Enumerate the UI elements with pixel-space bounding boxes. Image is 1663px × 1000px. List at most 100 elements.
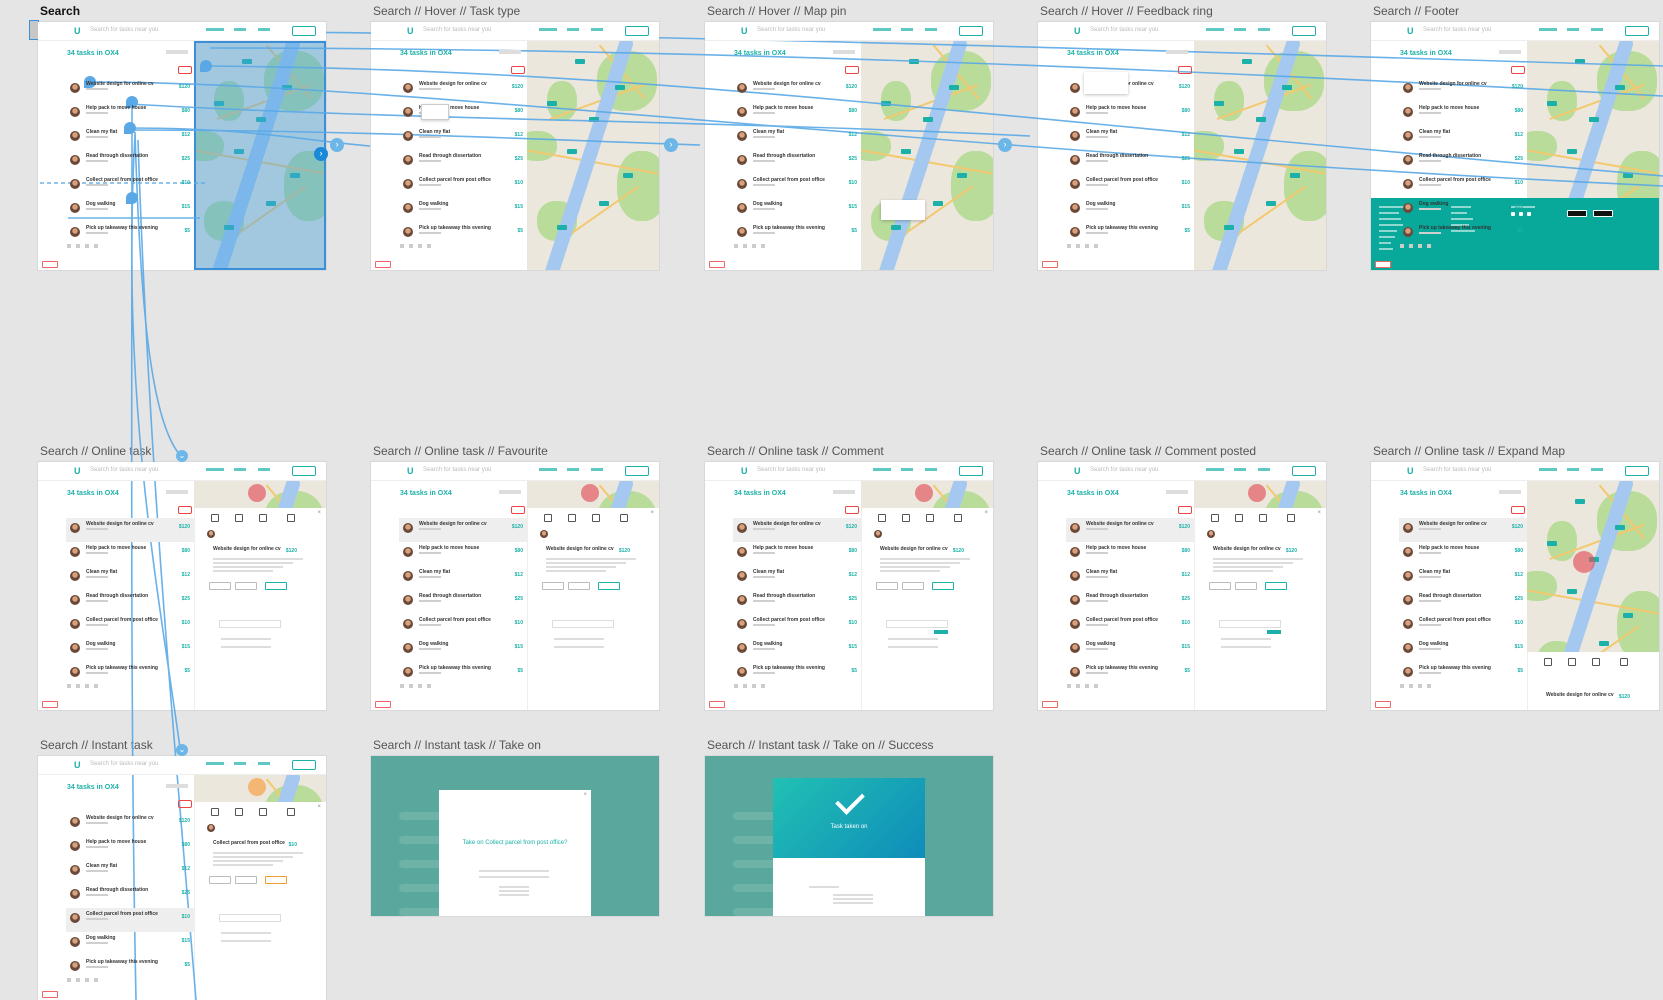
pagination[interactable] [734,684,784,688]
map-view[interactable] [194,481,326,508]
search-input[interactable]: Search for tasks near you [1423,27,1491,33]
logo-icon[interactable]: U [407,466,414,476]
comment-input[interactable] [552,620,614,628]
map-pin[interactable] [1623,613,1633,618]
task-row[interactable]: Help pack to move house $80 [1066,102,1194,126]
footer-link[interactable] [1379,212,1399,214]
map-view[interactable] [1194,481,1326,508]
action-button[interactable] [1235,582,1257,590]
map-pin[interactable] [923,117,933,122]
map-pin[interactable] [567,149,577,154]
map-pin[interactable] [1290,173,1300,178]
pagination[interactable] [1067,244,1117,248]
action-button[interactable] [209,582,231,590]
task-row[interactable]: Pick up takeaway this evening $5 [1066,662,1194,686]
map-pin[interactable] [1623,173,1633,178]
artboard-frame[interactable]: U Search for tasks near you 34 tasks in OX… [38,462,326,710]
search-input[interactable]: Search for tasks near you [90,27,158,33]
task-row[interactable]: Read through dissertation $25 [1066,150,1194,174]
task-row[interactable]: Clean my flat $12 [399,566,527,590]
sort-control[interactable] [833,490,855,494]
task-row[interactable]: Read through dissertation $25 [399,150,527,174]
logo-icon[interactable]: U [1407,466,1414,476]
post-task-button[interactable] [292,760,316,770]
menu-button[interactable] [375,701,391,708]
task-row[interactable]: Website design for online cv $120 [399,518,527,542]
artboard-frame[interactable]: U Search for tasks near you 34 tasks in OX… [1038,462,1326,710]
task-row[interactable]: Collect parcel from post office $10 [733,614,861,638]
post-task-button[interactable] [1625,26,1649,36]
task-row[interactable]: Pick up takeaway this evening $5 [1066,222,1194,246]
flow-arrow-icon[interactable]: › [998,138,1012,152]
menu-button[interactable] [1375,261,1391,268]
flow-arrow-icon[interactable]: ⌄ [176,450,188,462]
task-row[interactable]: Website design for online cv $120 [1066,518,1194,542]
map-view[interactable] [527,481,659,508]
map-pin[interactable] [1575,499,1585,504]
flow-hotspot-handle[interactable] [200,60,212,72]
task-row[interactable]: Clean my flat $12 [733,566,861,590]
task-row[interactable]: Dog walking $15 [399,198,527,222]
task-row[interactable]: Pick up takeaway this evening $5 [399,662,527,686]
task-row[interactable]: Collect parcel from post office $10 [66,908,194,932]
app-store-badge[interactable] [1567,210,1587,217]
artboard-frame[interactable]: Task taken on [705,756,993,916]
feedback-ring[interactable] [1573,551,1595,573]
task-row[interactable]: Pick up takeaway this evening $5 [66,956,194,980]
map-pin[interactable] [575,59,585,64]
feedback-ring[interactable] [581,484,599,502]
task-row[interactable]: Dog walking $15 [733,198,861,222]
map-pin[interactable] [1547,541,1557,546]
search-input[interactable]: Search for tasks near you [423,467,491,473]
flow-arrow-icon[interactable]: › [314,147,328,161]
menu-button[interactable] [42,701,58,708]
post-task-button[interactable] [959,26,983,36]
post-task-button[interactable] [1292,26,1316,36]
task-row[interactable]: Collect parcel from post office $10 [399,174,527,198]
sort-control[interactable] [1166,50,1188,54]
menu-button[interactable] [1375,701,1391,708]
pagination[interactable] [67,684,117,688]
post-task-button[interactable] [1292,466,1316,476]
map-pin[interactable] [589,117,599,122]
map-pin[interactable] [1224,225,1234,230]
post-task-button[interactable] [292,26,316,36]
task-row[interactable]: Collect parcel from post office $10 [399,614,527,638]
action-button[interactable] [902,582,924,590]
artboard-frame[interactable]: U Search for tasks near you 34 tasks in OX… [371,22,659,270]
filter-button[interactable] [1511,506,1525,514]
task-row[interactable]: Clean my flat $12 [1399,566,1527,590]
task-row[interactable]: Dog walking $15 [66,638,194,662]
close-icon[interactable]: × [984,510,988,516]
task-row[interactable]: Dog walking $15 [1399,198,1527,222]
task-row[interactable]: Dog walking $15 [733,638,861,662]
nav-links[interactable] [1206,28,1286,31]
post-task-button[interactable] [625,26,649,36]
task-row[interactable]: Collect parcel from post office $10 [66,614,194,638]
map-pin[interactable] [891,225,901,230]
map-pin[interactable] [1589,117,1599,122]
menu-button[interactable] [1042,261,1058,268]
logo-icon[interactable]: U [741,466,748,476]
pagination[interactable] [734,244,784,248]
menu-button[interactable] [709,261,725,268]
map-view[interactable] [527,41,659,270]
sort-control[interactable] [499,50,521,54]
footer-link[interactable] [1379,218,1401,220]
task-row[interactable]: Help pack to move house $80 [1399,102,1527,126]
logo-icon[interactable]: U [407,26,414,36]
map-pin[interactable] [957,173,967,178]
search-input[interactable]: Search for tasks near you [1423,467,1491,473]
menu-button[interactable] [375,261,391,268]
task-row[interactable]: Help pack to move house $80 [733,102,861,126]
search-input[interactable]: Search for tasks near you [757,467,825,473]
map-pin[interactable] [214,101,224,106]
map-pin[interactable] [1567,149,1577,154]
nav-links[interactable] [1539,468,1619,471]
task-row[interactable]: Collect parcel from post office $10 [1066,174,1194,198]
map-view[interactable] [194,41,326,270]
artboard-title[interactable]: Search // Online task // Comment [707,444,884,458]
footer-link[interactable] [1379,248,1393,250]
task-row[interactable]: Read through dissertation $25 [66,590,194,614]
map-pin[interactable] [234,149,244,154]
